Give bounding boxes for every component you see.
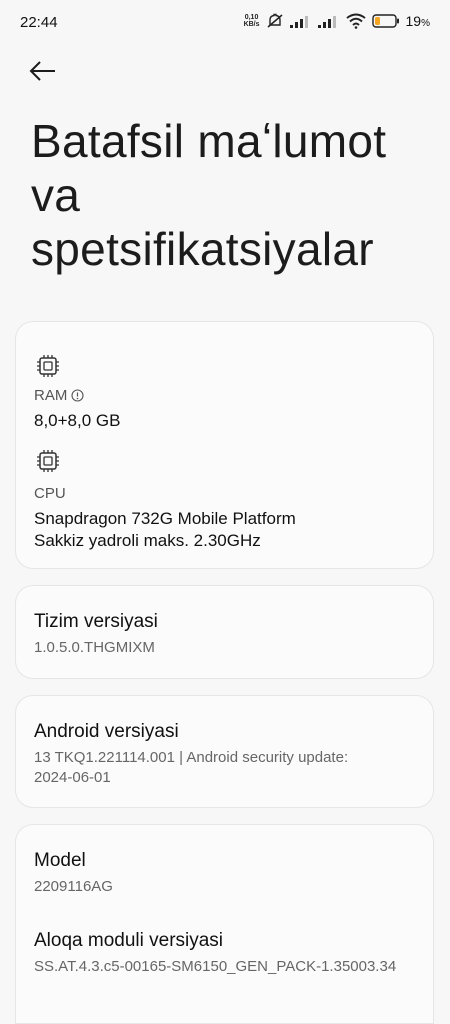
ram-label-row: RAM [34,387,84,404]
back-arrow-icon [29,61,55,81]
status-bar: 22:44 0,10 KB/s 19% [0,0,450,48]
system-version-value: 1.0.5.0.THGMIXM [34,639,155,656]
cpu-value-cores: Sakkiz yadroli maks. 2.30GHz [34,531,261,550]
back-button[interactable] [28,56,64,86]
model-card: Model 2209116AG Aloqa moduli versiyasi S… [15,824,434,1024]
network-speed-value: 0,10 [244,14,259,21]
android-version-label: Android versiyasi [34,721,179,742]
android-version-card[interactable]: Android versiyasi 13 TKQ1.221114.001 | A… [15,695,434,808]
status-icons: 0,10 KB/s 19% [244,13,430,29]
ram-value: 8,0+8,0 GB [34,411,121,430]
cpu-chip-icon [37,450,59,472]
model-label: Model [34,850,86,871]
battery-percent: 19% [405,13,430,29]
signal-icon [289,16,308,28]
cpu-label: CPU [34,485,66,502]
status-time: 22:44 [20,14,58,31]
network-speed-unit: KB/s [243,21,260,28]
network-speed: 0,10 KB/s [244,14,260,28]
android-version-value: 13 TKQ1.221114.001 | Android security up… [34,749,349,766]
system-version-card[interactable]: Tizim versiyasi 1.0.5.0.THGMIXM [15,585,434,679]
ram-chip-icon [37,355,59,377]
ram-label: RAM [34,387,68,404]
baseband-value: SS.AT.4.3.c5-00165-SM6150_GEN_PACK-1.350… [34,958,397,975]
signal-icon [317,16,336,28]
model-value: 2209116AG [34,878,113,895]
page-title: Batafsil maʻlumot va spetsifikatsiyalar [31,115,387,275]
cpu-value-model: Snapdragon 732G Mobile Platform [34,509,296,528]
system-version-label: Tizim versiyasi [34,611,158,632]
baseband-label: Aloqa moduli versiyasi [34,930,224,951]
hardware-card: RAM 8,0+8,0 GB CPU Snapdragon 732G Mobil… [15,321,434,569]
mute-icon [267,13,283,28]
android-security-date: 2024-06-01 [34,769,111,786]
info-icon[interactable] [71,389,84,402]
battery-icon [371,14,399,28]
wifi-icon [345,13,366,29]
